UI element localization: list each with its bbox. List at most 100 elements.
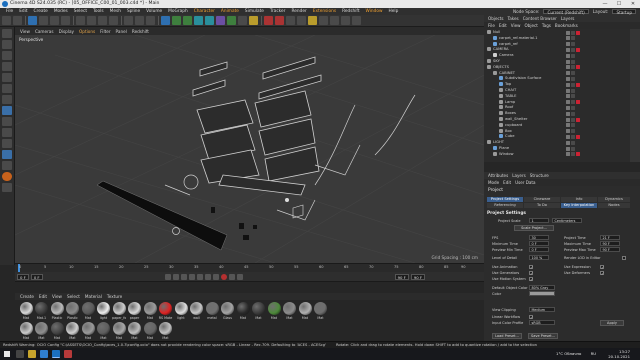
object-row[interactable]: Subdivision Surface xyxy=(484,76,630,82)
subtab-to-do[interactable]: To Do xyxy=(524,203,560,208)
viewport-menu-options[interactable]: Options xyxy=(79,29,95,34)
project-time-input[interactable]: 21 F xyxy=(600,235,620,240)
scale-icon[interactable] xyxy=(50,16,59,25)
menu-mesh[interactable]: Mesh xyxy=(110,9,121,14)
material-swatch[interactable]: Mat xyxy=(128,322,142,342)
redshift-ipr-icon[interactable] xyxy=(275,16,284,25)
menu-tracker[interactable]: Tracker xyxy=(270,9,286,14)
object-row[interactable]: Camera xyxy=(484,53,630,59)
redshift-light-icon[interactable] xyxy=(308,16,317,25)
tab-layers[interactable]: Layers xyxy=(561,16,575,21)
material-swatch[interactable]: Mat xyxy=(252,302,266,322)
menu-simulate[interactable]: Simulate xyxy=(245,9,264,14)
menu-volume[interactable]: Volume xyxy=(146,9,162,14)
enable-check-icon[interactable] xyxy=(571,82,575,87)
menu-edit[interactable]: Edit xyxy=(19,9,27,14)
load-preset-button[interactable]: Load Preset... xyxy=(492,333,522,339)
visibility-dots-icon[interactable] xyxy=(566,53,570,58)
snap-icon[interactable] xyxy=(2,150,12,159)
material-tag-icon[interactable] xyxy=(576,117,580,122)
enable-check-icon[interactable] xyxy=(571,36,575,41)
om-menu-bookmarks[interactable]: Bookmarks xyxy=(555,23,578,28)
tab-am-layers[interactable]: Layers xyxy=(512,173,526,178)
material-swatch[interactable]: Mat xyxy=(50,322,64,342)
enable-check-icon[interactable] xyxy=(571,117,575,122)
om-menu-view[interactable]: View xyxy=(511,23,521,28)
render-view-icon[interactable] xyxy=(124,16,133,25)
material-tag-icon[interactable] xyxy=(576,30,580,35)
3d-viewport[interactable]: Perspective Grid Spacing : 100 cm xyxy=(15,35,484,263)
render-picture-viewer-icon[interactable] xyxy=(135,16,144,25)
enable-check-icon[interactable] xyxy=(571,88,575,93)
redo-icon[interactable] xyxy=(13,16,22,25)
visibility-dots-icon[interactable] xyxy=(566,47,570,52)
tweak-mode-icon[interactable] xyxy=(2,117,12,126)
redshift-tag-icon[interactable] xyxy=(352,16,361,25)
enable-check-icon[interactable] xyxy=(571,53,575,58)
render-lod-checkbox[interactable] xyxy=(622,256,626,260)
menu-extensions[interactable]: Extensions xyxy=(313,9,336,14)
apply-button[interactable]: Apply xyxy=(600,320,624,326)
menu-create[interactable]: Create xyxy=(34,9,48,14)
enable-check-icon[interactable] xyxy=(571,146,575,151)
tab-content-browser[interactable]: Content Browser xyxy=(523,16,557,21)
enable-check-icon[interactable] xyxy=(571,129,575,134)
preview-max-time-input[interactable]: 90 F xyxy=(600,247,620,252)
material-swatch[interactable]: Plastic xyxy=(66,302,80,322)
object-row[interactable]: LIGHT xyxy=(484,140,630,146)
material-swatch[interactable]: Mat xyxy=(283,302,297,322)
points-mode-icon[interactable] xyxy=(2,62,12,71)
visibility-dots-icon[interactable] xyxy=(566,134,570,139)
material-swatch[interactable]: RS Mate xyxy=(159,302,173,322)
viewport-solo-icon[interactable] xyxy=(2,128,12,137)
visibility-dots-icon[interactable] xyxy=(566,36,570,41)
menu-tools[interactable]: Tools xyxy=(93,9,104,14)
subtab-dynamics[interactable]: Dynamics xyxy=(598,197,630,202)
menu-file[interactable]: File xyxy=(6,9,13,14)
light-icon[interactable] xyxy=(249,16,258,25)
material-swatch[interactable]: Mat xyxy=(298,302,312,322)
enable-axis-icon[interactable] xyxy=(2,106,12,115)
windows-start-icon[interactable] xyxy=(4,351,10,357)
workplane-icon[interactable] xyxy=(2,139,12,148)
visibility-dots-icon[interactable] xyxy=(566,94,570,99)
previous-key-icon[interactable] xyxy=(172,273,179,280)
scale-project-button[interactable]: Scale Project... xyxy=(514,225,554,231)
material-swatch[interactable]: wall xyxy=(190,302,204,322)
object-row[interactable]: carpet_ref xyxy=(484,41,630,48)
visibility-dots-icon[interactable] xyxy=(566,152,570,157)
enable-check-icon[interactable] xyxy=(571,100,575,105)
am-menu-user-data[interactable]: User Data xyxy=(515,180,535,185)
next-key-icon[interactable] xyxy=(204,273,211,280)
material-swatch[interactable]: Mat xyxy=(81,302,95,322)
model-mode-icon[interactable] xyxy=(2,40,12,49)
timeline-ruler[interactable]: 0 5 10 15 20 25 30 35 40 45 50 55 60 65 … xyxy=(15,263,484,273)
om-menu-object[interactable]: Object xyxy=(525,23,538,28)
object-row[interactable]: carpet_ref.material.1 xyxy=(484,35,630,42)
taskbar-clock[interactable]: 13:27 20.10.2021 xyxy=(608,349,630,359)
minimum-time-input[interactable]: 0 F xyxy=(529,241,549,246)
preview-start-field[interactable]: 0 F xyxy=(30,273,43,280)
minimize-button[interactable]: — xyxy=(598,0,612,8)
spline-pen-icon[interactable] xyxy=(172,16,181,25)
end-frame-field[interactable]: 90 F xyxy=(394,273,409,280)
material-swatch[interactable]: Mat xyxy=(81,322,95,342)
uv-mode-icon[interactable] xyxy=(2,95,12,104)
object-row[interactable]: Null xyxy=(484,30,630,36)
viewport-menu-filter[interactable]: Filter xyxy=(100,29,110,34)
object-row[interactable]: SKY xyxy=(484,59,630,65)
floor-icon[interactable] xyxy=(227,16,236,25)
save-preset-button[interactable]: Save Preset... xyxy=(528,333,558,339)
texture-mode-icon[interactable] xyxy=(2,51,12,60)
redshift-object-icon[interactable] xyxy=(341,16,350,25)
visibility-dots-icon[interactable] xyxy=(566,146,570,151)
material-menu-view[interactable]: View xyxy=(52,294,62,299)
material-swatch[interactable]: Mat.1 xyxy=(35,302,49,322)
maximize-button[interactable]: ☐ xyxy=(612,0,626,8)
use-deformers-checkbox[interactable] xyxy=(600,271,604,276)
object-row[interactable]: Cube xyxy=(484,134,630,140)
object-row[interactable]: CAMERA xyxy=(484,47,630,53)
tab-takes[interactable]: Takes xyxy=(507,16,518,21)
play-icon[interactable] xyxy=(188,273,195,280)
material-tag-icon[interactable] xyxy=(576,100,580,105)
